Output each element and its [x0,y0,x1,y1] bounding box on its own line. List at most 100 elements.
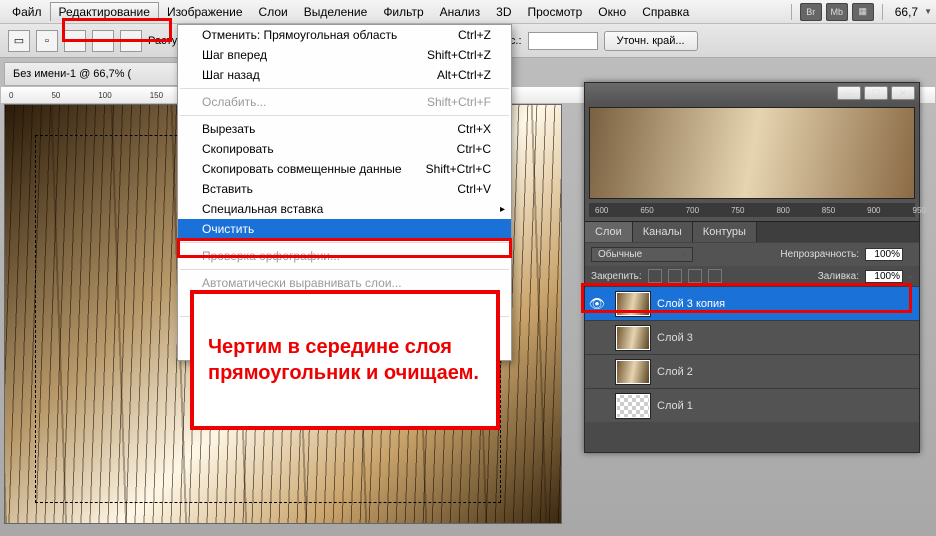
menu-item-файл[interactable]: Файл [4,3,50,21]
navigator-ruler: 600650700750800850900950 [589,203,915,217]
menubar-zoom-value[interactable]: 66,7 [889,5,924,19]
nav-ruler-tick: 600 [595,206,608,215]
edit-menu-item[interactable]: Скопировать Ctrl+C [178,139,511,159]
refine-edge-button[interactable]: Уточн. край... [604,31,698,51]
menu-item-label: Скопировать совмещенные данные [202,162,402,176]
nav-ruler-tick: 950 [913,206,926,215]
layer-row[interactable]: Слой 3 [585,320,919,354]
menu-item-справка[interactable]: Справка [634,3,697,21]
edit-menu-item[interactable]: Вырезать Ctrl+X [178,119,511,139]
menu-item-окно[interactable]: Окно [590,3,634,21]
menu-item-shortcut: Ctrl+C [457,142,491,156]
menu-item-выделение[interactable]: Выделение [296,3,376,21]
menu-item-shortcut: Shift+Ctrl+F [427,95,491,109]
document-title: Без имени-1 @ 66,7% ( [13,68,131,80]
blend-mode-value: Обычные [598,249,642,260]
layer-row[interactable]: Слой 1 [585,388,919,422]
panel-maximize-icon[interactable]: ☐ [864,86,888,100]
menu-item-label: Отменить: Прямоугольная область [202,28,397,42]
lock-position-icon[interactable] [688,269,702,283]
fill-label: Заливка: [818,271,859,282]
layer-name[interactable]: Слой 1 [657,400,693,412]
edit-menu-item: Ослабить... Shift+Ctrl+F [178,92,511,112]
marquee-tool-icon[interactable]: ▭ [8,30,30,52]
nav-ruler-tick: 800 [776,206,789,215]
menubar-app-br-icon[interactable]: Br [800,3,822,21]
layer-thumbnail[interactable] [615,325,651,351]
navigator-preview[interactable] [589,107,915,199]
layer-row[interactable]: Слой 2 [585,354,919,388]
edit-menu-item[interactable]: Специальная вставка [178,199,511,219]
panel-titlebar: — ☐ ✕ [585,83,919,103]
menu-item-слои[interactable]: Слои [251,3,296,21]
edit-menu-item[interactable]: Очистить [178,219,511,239]
fill-dropdown-icon[interactable]: ▸ [909,272,913,281]
ruler-tick: 100 [98,91,111,100]
layer-name[interactable]: Слой 2 [657,366,693,378]
panel-tabs: СлоиКаналыКонтуры [585,221,919,242]
opacity-label: Непрозрачность: [780,249,859,260]
menu-item-label: Ослабить... [202,95,266,109]
menu-item-3d[interactable]: 3D [488,3,519,21]
edit-menu-item[interactable]: Отменить: Прямоугольная область Ctrl+Z [178,25,511,45]
menu-item-label: Вставить [202,182,253,196]
layers-panel: — ☐ ✕ 600650700750800850900950 СлоиКанал… [584,82,920,453]
opacity-value[interactable]: 100% [865,248,903,261]
edit-menu-item[interactable]: Шаг вперед Shift+Ctrl+Z [178,45,511,65]
menubar-grid-icon[interactable]: ▦ [852,3,874,21]
lock-label: Закрепить: [591,271,642,282]
menu-item-label: Шаг вперед [202,48,267,62]
layer-thumbnail[interactable] [615,393,651,419]
photoshop-window: ФайлРедактированиеИзображениеСлоиВыделен… [0,0,936,536]
selection-mode-new-icon[interactable]: ▫ [36,30,58,52]
lock-transparency-icon[interactable] [648,269,662,283]
menu-item-изображение[interactable]: Изображение [159,3,251,21]
menu-item-label: Специальная вставка [202,202,323,216]
lock-all-icon[interactable] [708,269,722,283]
menu-item-label: Скопировать [202,142,274,156]
panel-tab-каналы[interactable]: Каналы [633,222,693,242]
opacity-dropdown-icon[interactable]: ▸ [909,250,913,259]
menu-item-shortcut: Ctrl+V [457,182,491,196]
annotation-highlight-layer-row [581,283,912,313]
nav-ruler-tick: 650 [640,206,653,215]
fill-value[interactable]: 100% [865,270,903,283]
menu-item-shortcut: Shift+Ctrl+Z [427,48,491,62]
panel-tab-слои[interactable]: Слои [585,222,633,242]
menu-item-shortcut: Ctrl+Z [458,28,491,42]
menu-item-label: Шаг назад [202,68,260,82]
annotation-highlight-clear-item [177,238,512,258]
height-field[interactable] [528,32,598,50]
nav-ruler-tick: 700 [686,206,699,215]
edit-menu-item[interactable]: Скопировать совмещенные данныеShift+Ctrl… [178,159,511,179]
ruler-tick: 50 [51,91,60,100]
lock-pixels-icon[interactable] [668,269,682,283]
panel-tab-контуры[interactable]: Контуры [693,222,757,242]
panel-minimize-icon[interactable]: — [837,86,861,100]
menubar-app-mb-icon[interactable]: Mb [826,3,848,21]
menu-item-label: Вырезать [202,122,255,136]
nav-ruler-tick: 900 [867,206,880,215]
layers-empty-area [585,422,919,452]
nav-ruler-tick: 750 [731,206,744,215]
annotation-text: Чертим в середине слоя прямоугольник и о… [208,334,482,386]
menu-item-анализ[interactable]: Анализ [432,3,489,21]
panel-close-icon[interactable]: ✕ [891,86,915,100]
nav-ruler-tick: 850 [822,206,835,215]
menu-item-label: Автоматически выравнивать слои... [202,276,402,290]
menu-item-shortcut: Ctrl+X [457,122,491,136]
menu-item-фильтр[interactable]: Фильтр [375,3,431,21]
blend-mode-dropdown[interactable]: Обычные▾ [591,247,693,262]
annotation-highlight-edit-menu [62,18,172,42]
layer-name[interactable]: Слой 3 [657,332,693,344]
ruler-tick: 150 [150,91,163,100]
edit-menu-item[interactable]: Вставить Ctrl+V [178,179,511,199]
annotation-callout: Чертим в середине слоя прямоугольник и о… [190,290,500,430]
edit-menu-item[interactable]: Шаг назад Alt+Ctrl+Z [178,65,511,85]
menubar-zoom-dropdown-icon[interactable]: ▼ [924,7,932,16]
layer-thumbnail[interactable] [615,359,651,385]
menu-item-shortcut: Alt+Ctrl+Z [437,68,491,82]
ruler-tick: 0 [9,91,13,100]
menu-divider [180,115,509,116]
menu-item-просмотр[interactable]: Просмотр [519,3,590,21]
